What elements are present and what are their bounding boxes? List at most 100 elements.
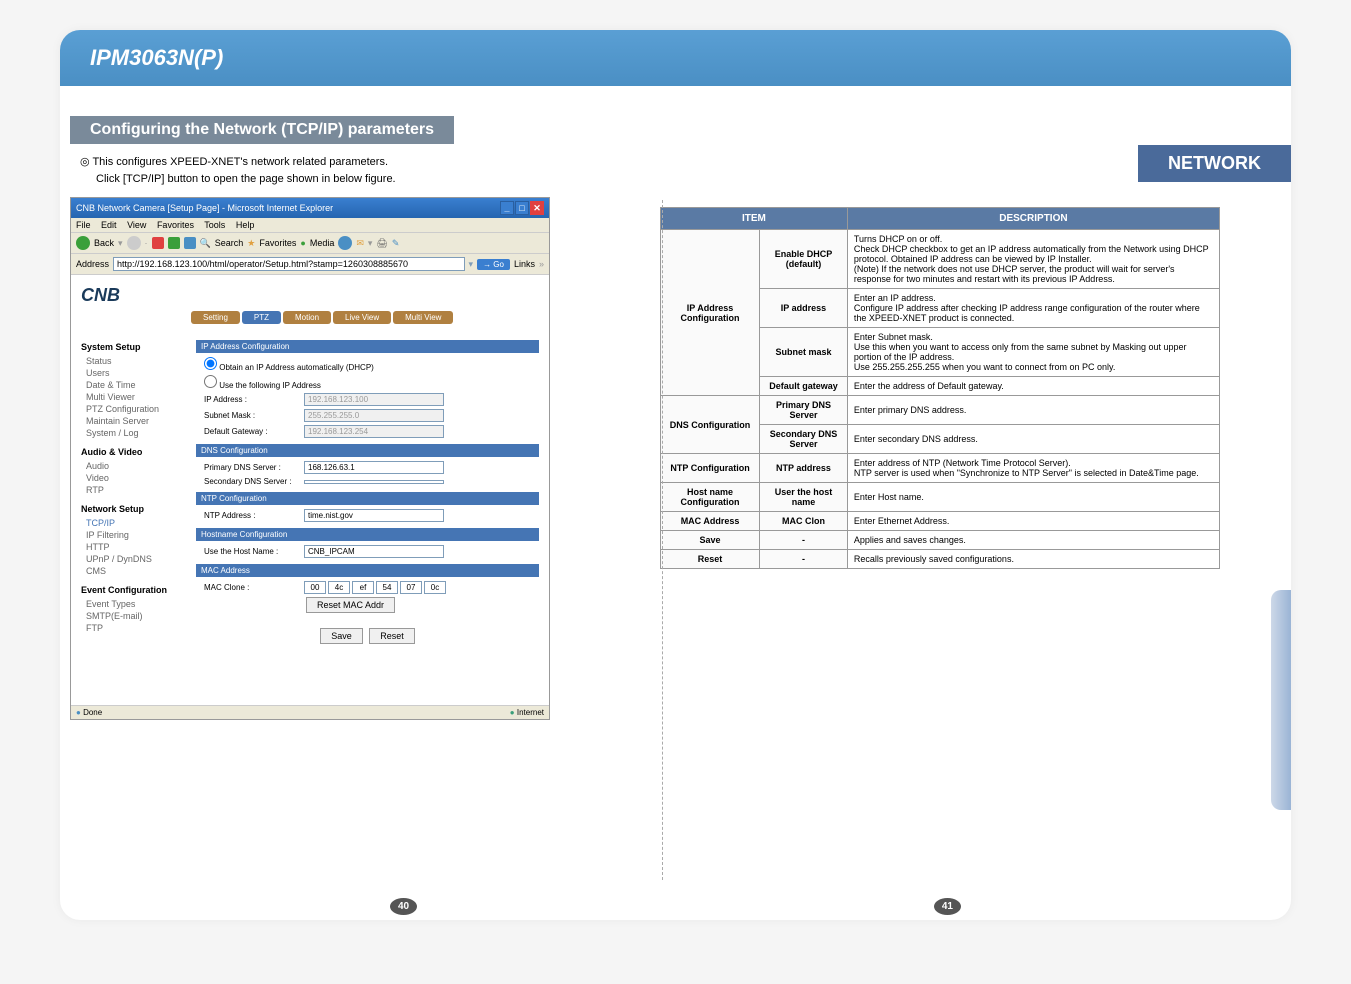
tab-liveview[interactable]: Live View: [333, 311, 391, 324]
save-button[interactable]: Save: [320, 628, 363, 644]
go-button[interactable]: → Go: [477, 259, 510, 270]
favorites-label[interactable]: Favorites: [259, 238, 296, 248]
edit-icon[interactable]: ✎: [392, 238, 400, 249]
header-title: IPM3063N(P): [60, 30, 1291, 86]
tab-ptz[interactable]: PTZ: [242, 311, 281, 324]
sidebar-cms[interactable]: CMS: [81, 565, 181, 577]
menu-tools[interactable]: Tools: [204, 220, 225, 230]
done-icon: ●: [76, 708, 81, 717]
ip-input[interactable]: 192.168.123.100: [304, 393, 444, 406]
search-icon[interactable]: 🔍: [200, 238, 211, 249]
desc-pdns: Enter primary DNS address.: [847, 396, 1219, 425]
search-label[interactable]: Search: [215, 238, 244, 248]
sub-save: -: [760, 531, 848, 550]
sidebar-datetime[interactable]: Date & Time: [81, 379, 181, 391]
sidebar-system-setup: System Setup: [81, 342, 181, 352]
maximize-button[interactable]: □: [515, 201, 529, 215]
host-input[interactable]: CNB_IPCAM: [304, 545, 444, 558]
close-button[interactable]: ✕: [530, 201, 544, 215]
ntp-section-title: NTP Configuration: [196, 492, 539, 505]
page-number-left: 40: [390, 898, 417, 915]
sidebar-tcpip[interactable]: TCP/IP: [81, 517, 181, 529]
sidebar-eventtypes[interactable]: Event Types: [81, 598, 181, 610]
mac-input-5[interactable]: 0c: [424, 581, 446, 594]
address-input[interactable]: http://192.168.123.100/html/operator/Set…: [113, 257, 465, 271]
browser-titlebar: CNB Network Camera [Setup Page] - Micros…: [71, 198, 549, 218]
media-icon[interactable]: ●: [300, 238, 305, 248]
mac-input-2[interactable]: ef: [352, 581, 374, 594]
browser-toolbar: Back ▾ · 🔍Search ★Favorites ●Media ✉▾ 🖨 …: [71, 233, 549, 254]
radio-dhcp[interactable]: [204, 357, 217, 370]
sub-gateway: Default gateway: [760, 377, 848, 396]
sidebar-upnp[interactable]: UPnP / DynDNS: [81, 553, 181, 565]
menu-help[interactable]: Help: [236, 220, 255, 230]
sidebar-maintain[interactable]: Maintain Server: [81, 415, 181, 427]
mac-input-0[interactable]: 00: [304, 581, 326, 594]
history-icon[interactable]: [338, 236, 352, 250]
intro-text: ◎ This configures XPEED-XNET's network r…: [80, 154, 1271, 187]
section-title: Configuring the Network (TCP/IP) paramet…: [70, 116, 454, 144]
network-badge: NETWORK: [1138, 145, 1291, 182]
mac-input-1[interactable]: 4c: [328, 581, 350, 594]
radio-dhcp-row: Obtain an IP Address automatically (DHCP…: [196, 357, 539, 372]
sidebar-users[interactable]: Users: [81, 367, 181, 379]
sidebar-status[interactable]: Status: [81, 355, 181, 367]
media-label[interactable]: Media: [310, 238, 335, 248]
stop-icon[interactable]: [152, 237, 164, 249]
setup-sidebar: System Setup Status Users Date & Time Mu…: [81, 334, 181, 644]
sidebar-ptzconfig[interactable]: PTZ Configuration: [81, 403, 181, 415]
subnet-label: Subnet Mask :: [204, 411, 304, 420]
sidebar-audio[interactable]: Audio: [81, 460, 181, 472]
description-table: ITEM DESCRIPTION IP Address Configuratio…: [660, 207, 1220, 569]
mac-input-4[interactable]: 07: [400, 581, 422, 594]
cat-ntp: NTP Configuration: [661, 454, 760, 483]
sub-hostname: User the host name: [760, 483, 848, 512]
refresh-icon[interactable]: [168, 237, 180, 249]
host-label: Use the Host Name :: [204, 547, 304, 556]
sidebar-ftp[interactable]: FTP: [81, 622, 181, 634]
subnet-input[interactable]: 255.255.255.0: [304, 409, 444, 422]
browser-menubar: File Edit View Favorites Tools Help: [71, 218, 549, 233]
back-button[interactable]: Back: [94, 238, 114, 248]
print-icon[interactable]: 🖨: [376, 238, 387, 249]
back-icon[interactable]: [76, 236, 90, 250]
links-label[interactable]: Links: [514, 259, 535, 269]
menu-favorites[interactable]: Favorites: [157, 220, 194, 230]
sidebar-syslog[interactable]: System / Log: [81, 427, 181, 439]
forward-icon[interactable]: [127, 236, 141, 250]
pdns-input[interactable]: 168.126.63.1: [304, 461, 444, 474]
ip-section-title: IP Address Configuration: [196, 340, 539, 353]
tab-multiview[interactable]: Multi View: [393, 311, 453, 324]
sub-pdns: Primary DNS Server: [760, 396, 848, 425]
intro-line2: Click [TCP/IP] button to open the page s…: [80, 171, 1271, 188]
sidebar-ipfilter[interactable]: IP Filtering: [81, 529, 181, 541]
sidebar-rtp[interactable]: RTP: [81, 484, 181, 496]
reset-mac-button[interactable]: Reset MAC Addr: [306, 597, 395, 613]
mac-label: MAC Clone :: [204, 583, 304, 592]
home-icon[interactable]: [184, 237, 196, 249]
menu-edit[interactable]: Edit: [101, 220, 117, 230]
sidebar-smtp[interactable]: SMTP(E-mail): [81, 610, 181, 622]
ntp-input[interactable]: time.nist.gov: [304, 509, 444, 522]
sidebar-multiviewer[interactable]: Multi Viewer: [81, 391, 181, 403]
sidebar-eventconfig: Event Configuration: [81, 585, 181, 595]
right-accent: [1271, 590, 1291, 810]
favorites-icon[interactable]: ★: [247, 238, 255, 249]
radio-static[interactable]: [204, 375, 217, 388]
menu-file[interactable]: File: [76, 220, 91, 230]
gateway-input[interactable]: 192.168.123.254: [304, 425, 444, 438]
tab-motion[interactable]: Motion: [283, 311, 331, 324]
mac-input-3[interactable]: 54: [376, 581, 398, 594]
sidebar-video[interactable]: Video: [81, 472, 181, 484]
sdns-input[interactable]: [304, 480, 444, 484]
sidebar-http[interactable]: HTTP: [81, 541, 181, 553]
menu-view[interactable]: View: [127, 220, 146, 230]
cat-mac: MAC Address: [661, 512, 760, 531]
tab-setting[interactable]: Setting: [191, 311, 240, 324]
mail-icon[interactable]: ✉: [356, 238, 364, 249]
reset-button[interactable]: Reset: [369, 628, 415, 644]
minimize-button[interactable]: _: [500, 201, 514, 215]
desc-hostname: Enter Host name.: [847, 483, 1219, 512]
desc-reset: Recalls previously saved configurations.: [847, 550, 1219, 569]
sdns-label: Secondary DNS Server :: [204, 477, 304, 486]
